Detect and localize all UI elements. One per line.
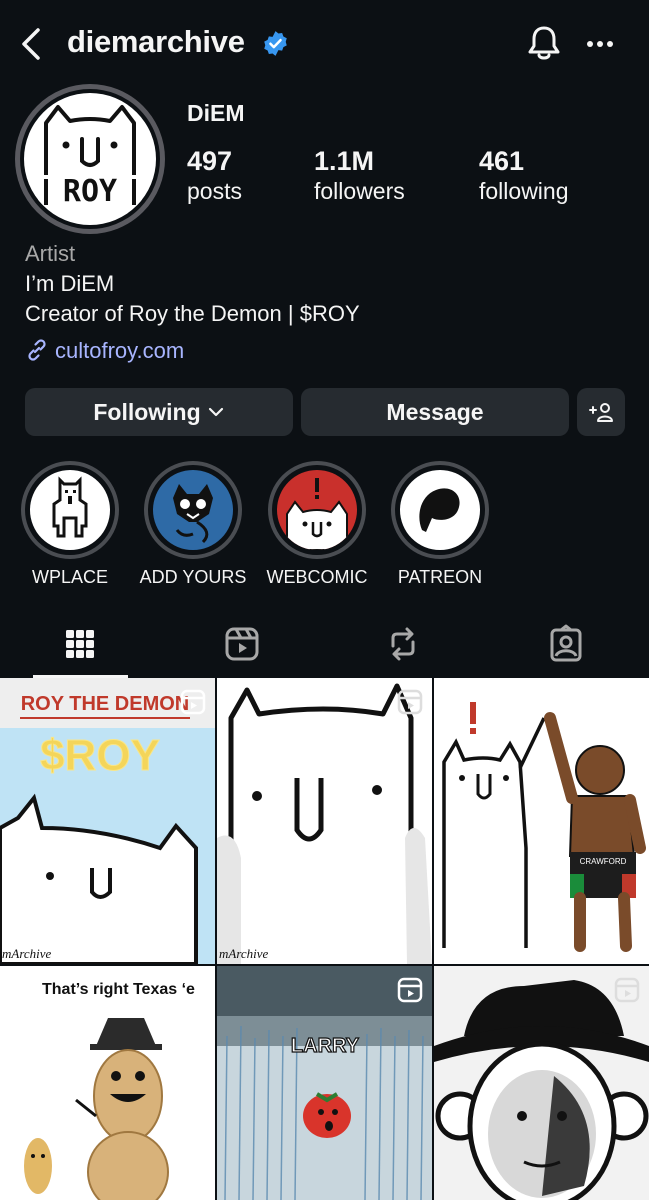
svg-text:LARRY: LARRY [291,1035,360,1057]
svg-text:mArchive: mArchive [219,946,269,961]
post-thumbnail[interactable]: CRAWFORD [434,678,649,964]
profile-link-text: cultofroy.com [55,338,185,363]
post-thumbnail[interactable]: That’s right Texas ‘e [0,966,215,1200]
post-thumbnail[interactable]: ROY THE DEMON $ROY mArchive [0,678,215,964]
post-grid: ROY THE DEMON $ROY mArchive mArchive CRA… [0,678,649,1200]
highlight-ring [144,461,242,559]
following-button-label: Following [93,398,201,425]
chevron-down-icon [208,407,223,417]
link-icon [28,339,46,361]
highlight-ring [21,461,119,559]
notification-bell-icon[interactable] [527,24,561,62]
following-count: 461 [479,146,525,176]
avatar[interactable]: ROY [24,93,156,225]
profile-link[interactable]: cultofroy.com [25,338,184,364]
following-stat[interactable]: 461 following [479,146,569,206]
add-person-icon [589,403,613,422]
highlight-label: PATREON [397,567,483,587]
message-button[interactable]: Message [301,388,569,436]
suggested-users-button[interactable] [577,388,625,436]
post-thumbnail[interactable]: mArchive [217,678,432,964]
highlight-add-yours[interactable]: ADD YOURS [140,461,246,587]
posts-stat[interactable]: 497 posts [187,146,242,206]
posts-count: 497 [187,146,233,176]
svg-text:mArchive: mArchive [2,946,52,961]
highlight-cover [277,470,357,550]
post-thumbnail[interactable] [434,966,649,1200]
followers-count: 1.1M [314,146,375,176]
verified-badge-icon [264,31,287,56]
back-chevron-icon[interactable] [18,26,46,62]
svg-text:ROY THE DEMON: ROY THE DEMON [21,693,190,715]
reel-badge-icon [397,977,423,1003]
bio-line: Creator of Roy the Demon | $ROY [25,301,360,326]
tagged-icon[interactable] [546,624,586,664]
message-button-label: Message [386,398,484,425]
more-options-icon[interactable] [586,40,614,48]
highlight-ring [391,461,489,559]
svg-text:$ROY: $ROY [40,731,160,780]
following-button[interactable]: Following [25,388,293,436]
svg-text:ROY: ROY [63,174,117,209]
roy-logo-image: ROY [38,105,142,209]
top-bar: diemarchive [0,0,649,88]
reel-badge-icon [614,977,640,1003]
display-name: DiEM [187,100,245,126]
svg-text:That’s right Texas ‘e: That’s right Texas ‘e [42,981,195,998]
highlight-wplace[interactable]: WPLACE [20,461,120,587]
profile-tabs [0,620,649,678]
reposts-icon[interactable] [383,624,423,664]
patreon-logo-icon [419,488,460,532]
highlight-cover [400,470,480,550]
svg-text:CRAWFORD: CRAWFORD [580,857,627,866]
posts-label: posts [187,178,242,204]
highlight-webcomic[interactable]: WEBCOMIC [267,461,368,587]
reel-badge-icon [397,689,423,715]
following-label: following [479,178,569,204]
followers-label: followers [314,178,405,204]
reel-badge-icon [180,689,206,715]
profile-username: diemarchive [67,24,245,59]
profile-category: Artist [25,241,76,266]
post-thumbnail[interactable]: LARRY [217,966,432,1200]
highlight-cover [30,470,110,550]
highlight-patreon[interactable]: PATREON [390,461,490,587]
grid-icon[interactable] [60,624,100,664]
highlight-cover [153,470,233,550]
followers-stat[interactable]: 1.1M followers [314,146,405,206]
highlight-ring [268,461,366,559]
reels-icon[interactable] [222,624,262,664]
bio-line: I’m DiEM [25,271,115,296]
